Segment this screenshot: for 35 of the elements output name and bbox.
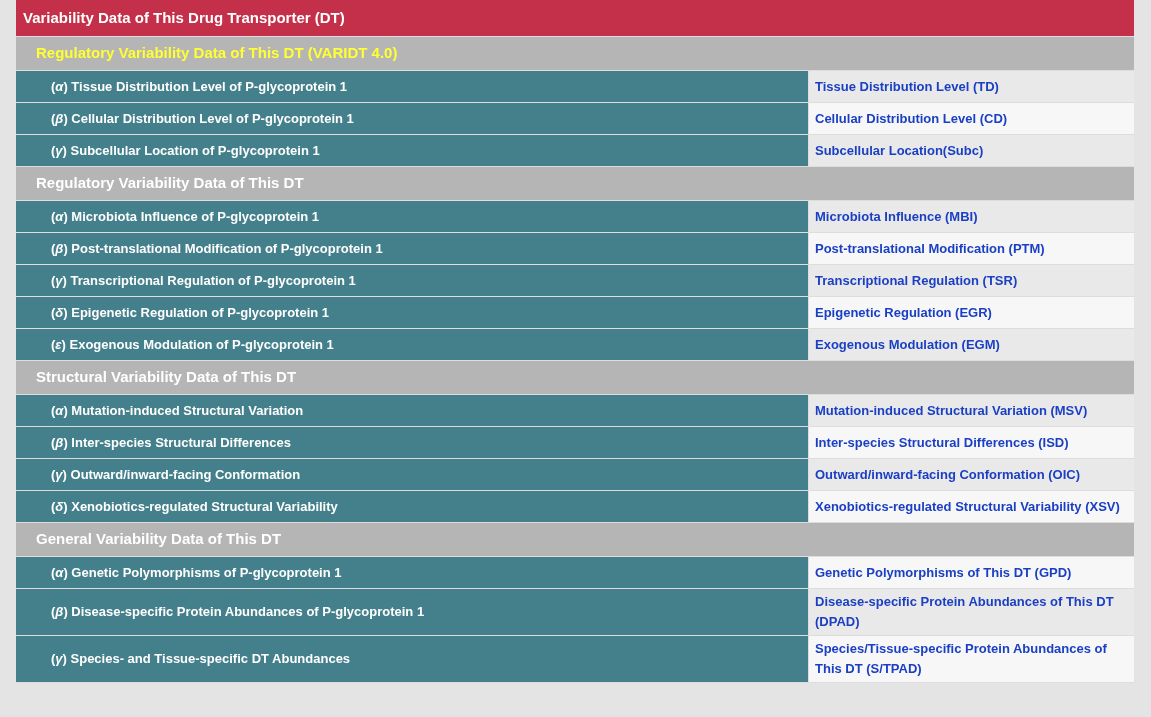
- data-link[interactable]: Subcellular Location(Subc): [815, 140, 984, 161]
- row-label: (δ) Xenobiotics-regulated Structural Variability: [16, 491, 809, 522]
- data-link[interactable]: Exogenous Modulation (EGM): [815, 334, 1000, 355]
- row-label: (ε) Exogenous Modulation of P-glycoprotein 1: [16, 329, 809, 360]
- row-label: (γ) Subcellular Location of P-glycoprotein 1: [16, 135, 809, 166]
- section-heading: General Variability Data of This DT: [16, 523, 1134, 557]
- row-label: (γ) Transcriptional Regulation of P-glycoprotein 1: [16, 265, 809, 296]
- data-link[interactable]: Transcriptional Regulation (TSR): [815, 270, 1018, 291]
- row-label: (γ) Outward/inward-facing Conformation: [16, 459, 809, 490]
- data-link[interactable]: Epigenetic Regulation (EGR): [815, 302, 992, 323]
- row-label: (β) Inter-species Structural Differences: [16, 427, 809, 458]
- row-label: (α) Mutation-induced Structural Variation: [16, 395, 809, 426]
- data-link[interactable]: Outward/inward-facing Conformation (OIC): [815, 464, 1081, 485]
- data-link[interactable]: Post-translational Modification (PTM): [815, 238, 1045, 259]
- row-label: (α) Genetic Polymorphisms of P-glycoprotein 1: [16, 557, 809, 588]
- row-label: (β) Disease-specific Protein Abundances of P-glycoprotein 1: [16, 589, 809, 635]
- row-label: (α) Microbiota Influence of P-glycoprotein 1: [16, 201, 809, 232]
- row-label: (β) Post-translational Modification of P-glycoprotein 1: [16, 233, 809, 264]
- row-label: (β) Cellular Distribution Level of P-glycoprotein 1: [16, 103, 809, 134]
- section-heading: Regulatory Variability Data of This DT: [16, 167, 1134, 201]
- data-link[interactable]: Microbiota Influence (MBI): [815, 206, 978, 227]
- table-title: Variability Data of This Drug Transporter (DT): [16, 0, 1134, 37]
- data-link[interactable]: Genetic Polymorphisms of This DT (GPD): [815, 562, 1072, 583]
- data-link[interactable]: Xenobiotics-regulated Structural Variability (XSV): [815, 496, 1120, 517]
- section-heading: Regulatory Variability Data of This DT (VARIDT 4.0): [16, 37, 1134, 71]
- row-label: (γ) Species- and Tissue-specific DT Abundances: [16, 636, 809, 682]
- data-link[interactable]: Cellular Distribution Level (CD): [815, 108, 1008, 129]
- data-link[interactable]: Disease-specific Protein Abundances of This DT (DPAD): [815, 592, 1128, 632]
- data-link[interactable]: Species/Tissue-specific Protein Abundances of This DT (S/TPAD): [815, 639, 1128, 679]
- row-label: (δ) Epigenetic Regulation of P-glycoprotein 1: [16, 297, 809, 328]
- data-link[interactable]: Tissue Distribution Level (TD): [815, 76, 999, 97]
- data-link[interactable]: Inter-species Structural Differences (ISD): [815, 432, 1069, 453]
- section-heading: Structural Variability Data of This DT: [16, 361, 1134, 395]
- row-label: (α) Tissue Distribution Level of P-glycoprotein 1: [16, 71, 809, 102]
- data-link[interactable]: Mutation-induced Structural Variation (MSV): [815, 400, 1088, 421]
